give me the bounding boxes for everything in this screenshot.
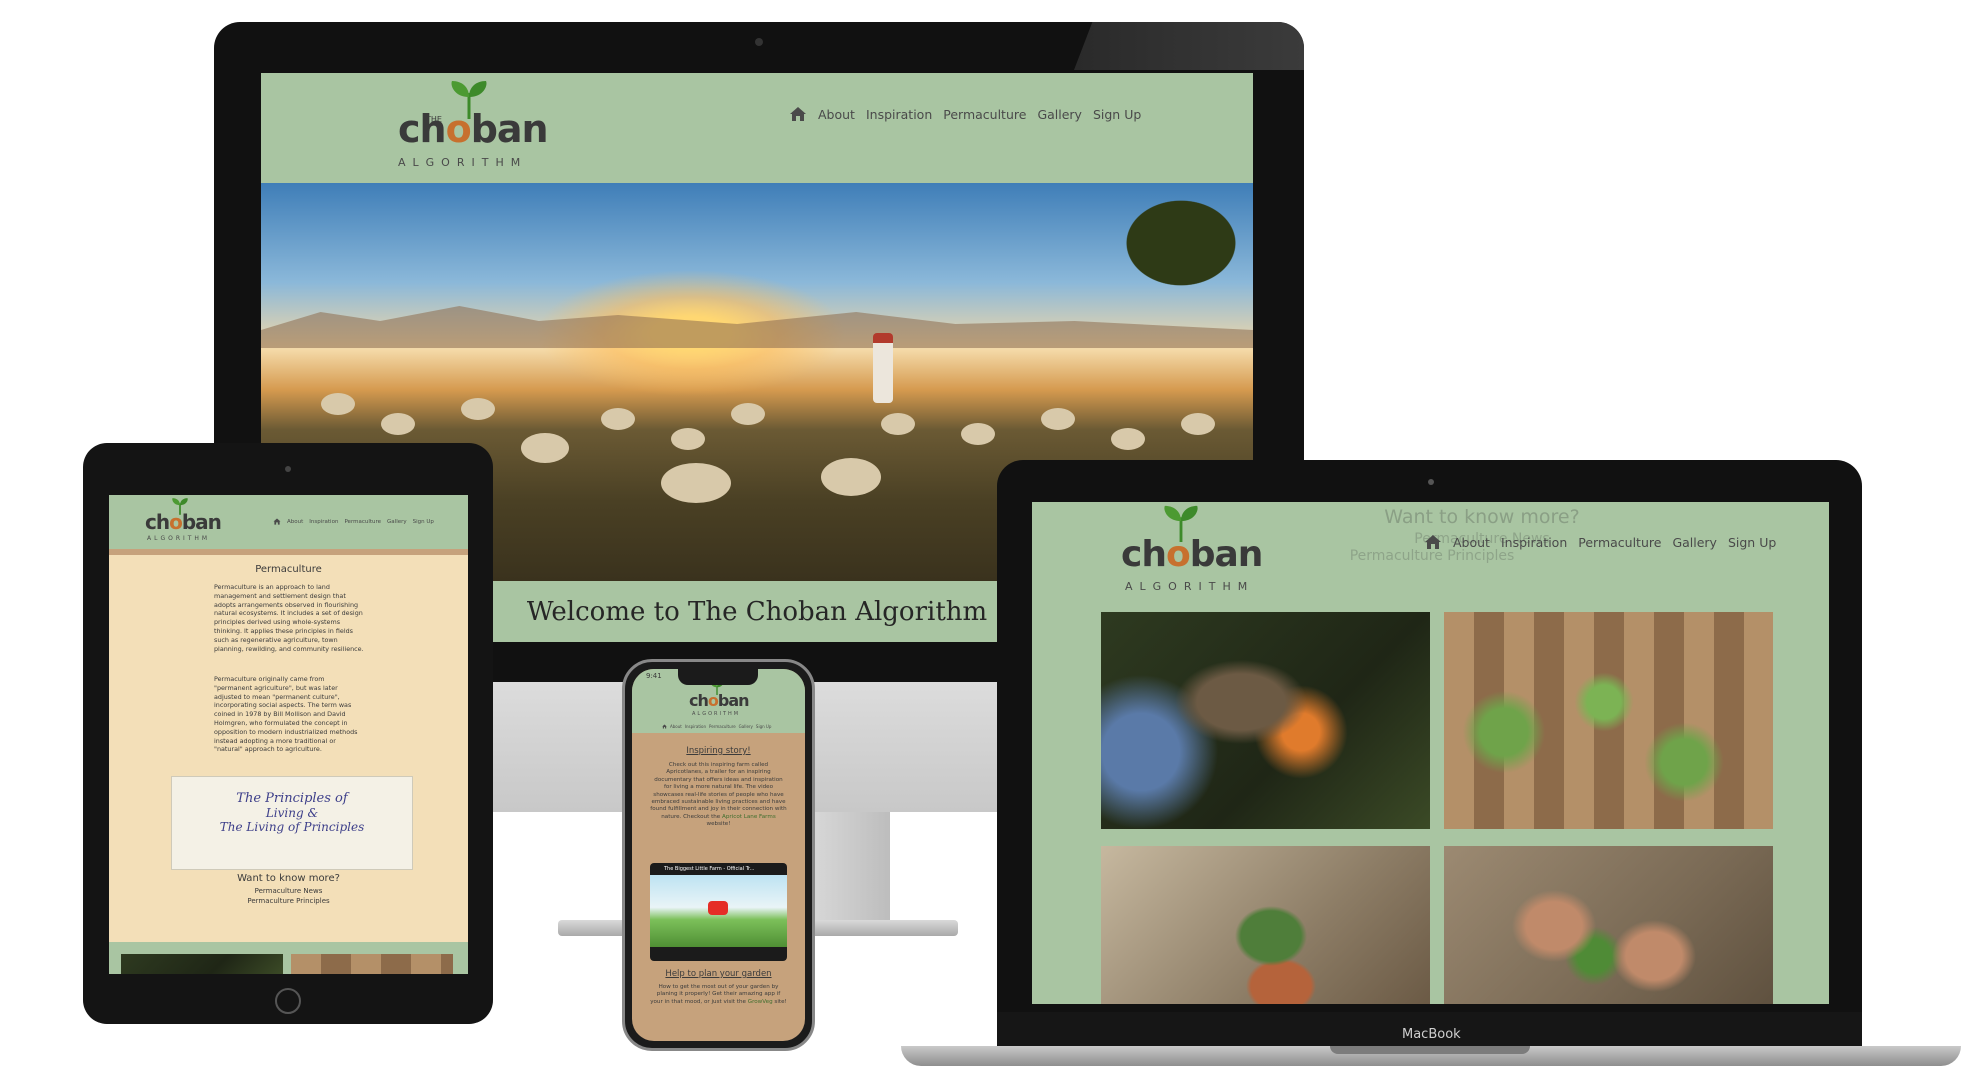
- sheep: [881, 413, 915, 435]
- nav-permaculture[interactable]: Permaculture: [344, 519, 381, 525]
- home-icon[interactable]: [789, 106, 807, 122]
- sheep: [821, 458, 881, 496]
- apricot-lane-link[interactable]: Apricot Lane Farms: [722, 814, 776, 820]
- nav-gallery[interactable]: Gallery: [387, 519, 407, 525]
- more-heading: Want to know more?: [237, 873, 340, 884]
- poster-line-1: The Principles of: [236, 791, 348, 806]
- laptop-notch: [1330, 1046, 1530, 1054]
- tablet-gallery-strip: [109, 942, 468, 974]
- status-time: 9:41: [646, 672, 662, 680]
- nav-sign-up[interactable]: Sign Up: [1728, 535, 1776, 550]
- nav-sign-up[interactable]: Sign Up: [756, 724, 771, 729]
- nav-inspiration[interactable]: Inspiration: [309, 519, 338, 525]
- video-title: The Biggest Little Farm - Official Tr...: [664, 866, 755, 872]
- gallery-photo[interactable]: [291, 954, 453, 974]
- nav-inspiration[interactable]: Inspiration: [1501, 535, 1567, 550]
- plan-text: How to get the most out of your garden b…: [650, 984, 787, 1005]
- ipad-camera: [285, 466, 291, 472]
- link-permaculture-principles[interactable]: Permaculture Principles: [109, 897, 468, 905]
- logo-wordmark: choban: [689, 691, 750, 710]
- principles-poster: The Principles of Living & The Living of…: [171, 776, 413, 870]
- sheep: [1181, 413, 1215, 435]
- sheep: [381, 413, 415, 435]
- sheep: [961, 423, 995, 445]
- logo-wordmark: choban: [145, 510, 222, 534]
- play-button-icon[interactable]: [708, 901, 728, 915]
- imac-camera: [755, 38, 763, 46]
- nav-inspiration[interactable]: Inspiration: [866, 107, 932, 122]
- home-icon[interactable]: [273, 518, 281, 525]
- nav-about[interactable]: About: [670, 724, 682, 729]
- logo-subtitle: ALGORITHM: [692, 711, 741, 717]
- sheep: [461, 398, 495, 420]
- hero-mountains: [261, 306, 1253, 348]
- site-logo[interactable]: choban ALGORITHM: [682, 681, 752, 721]
- nav-gallery[interactable]: Gallery: [1037, 107, 1082, 122]
- gallery-photo-seedlings[interactable]: [1444, 612, 1773, 829]
- permaculture-paragraph-1: Permaculture is an approach to land mana…: [214, 583, 364, 653]
- laptop-screen: Want to know more? Permaculture News Per…: [1032, 502, 1829, 1004]
- logo-wordmark: choban: [398, 107, 549, 151]
- nav-about[interactable]: About: [287, 519, 303, 525]
- story-heading: Inspiring story!: [686, 746, 751, 756]
- sheep: [661, 463, 731, 503]
- nav-inspiration[interactable]: Inspiration: [685, 724, 706, 729]
- tablet-header: choban ALGORITHM About Inspiration Perma…: [109, 495, 468, 555]
- phone-notch: [678, 669, 758, 685]
- sheep: [1111, 428, 1145, 450]
- overlay-link-principles[interactable]: Permaculture Principles: [1282, 548, 1582, 564]
- gallery-photo[interactable]: [121, 954, 283, 974]
- sheep: [321, 393, 355, 415]
- laptop-camera: [1428, 479, 1434, 485]
- permaculture-heading: Permaculture: [255, 564, 322, 575]
- gallery-photo-planting-hands[interactable]: [1444, 846, 1773, 1004]
- imac-glare: [1074, 22, 1304, 70]
- gallery-photo-soil-scoop[interactable]: [1101, 612, 1430, 829]
- desktop-nav: About Inspiration Permaculture Gallery S…: [789, 106, 1141, 122]
- nav-gallery[interactable]: Gallery: [1672, 535, 1717, 550]
- plan-heading: Help to plan your garden: [665, 969, 772, 979]
- nav-about[interactable]: About: [1453, 535, 1490, 550]
- sheep: [1041, 408, 1075, 430]
- logo-subtitle: ALGORITHM: [398, 156, 528, 169]
- permaculture-paragraph-2: Permaculture originally came from "perma…: [214, 675, 358, 754]
- nav-sign-up[interactable]: Sign Up: [1093, 107, 1141, 122]
- overlay-more-title: Want to know more?: [1384, 506, 1580, 528]
- sheep: [671, 428, 705, 450]
- nav-permaculture[interactable]: Permaculture: [1578, 535, 1661, 550]
- logo-subtitle: ALGORITHM: [147, 535, 211, 542]
- site-logo[interactable]: choban ALGORITHM: [1107, 504, 1272, 600]
- video-embed[interactable]: The Biggest Little Farm - Official Tr...: [650, 863, 787, 961]
- nav-sign-up[interactable]: Sign Up: [413, 519, 434, 525]
- logo-wordmark: choban: [1121, 534, 1263, 575]
- nav-gallery[interactable]: Gallery: [739, 724, 753, 729]
- tablet-nav: About Inspiration Permaculture Gallery S…: [273, 518, 434, 525]
- macbook-label: MacBook: [1402, 1027, 1461, 1042]
- gallery-photo-potting[interactable]: [1101, 846, 1430, 1004]
- site-logo[interactable]: choban ALGORITHM: [139, 497, 222, 547]
- link-permaculture-news[interactable]: Permaculture News: [109, 887, 468, 895]
- ipad-home-button[interactable]: [275, 988, 301, 1014]
- sheep: [521, 433, 569, 463]
- nav-permaculture[interactable]: Permaculture: [709, 724, 736, 729]
- story-text: Check out this inspiring farm called Apr…: [650, 762, 787, 828]
- phone-screen: 9:41 choban ALGORITHM About Inspiration …: [632, 669, 805, 1041]
- laptop-nav: About Inspiration Permaculture Gallery S…: [1424, 534, 1776, 550]
- shepherd: [873, 333, 893, 403]
- logo-subtitle: ALGORITHM: [1125, 580, 1255, 593]
- sheep: [601, 408, 635, 430]
- phone-nav: About Inspiration Permaculture Gallery S…: [662, 724, 771, 729]
- home-icon[interactable]: [662, 724, 667, 729]
- growveg-link[interactable]: GrowVeg: [748, 999, 773, 1005]
- nav-permaculture[interactable]: Permaculture: [943, 107, 1026, 122]
- nav-about[interactable]: About: [818, 107, 855, 122]
- home-icon[interactable]: [1424, 534, 1442, 550]
- site-logo[interactable]: THE choban ALGORITHM: [386, 79, 551, 179]
- tablet-screen: choban ALGORITHM About Inspiration Perma…: [109, 495, 468, 974]
- poster-line-3: The Living of Principles: [219, 820, 365, 834]
- poster-line-2: Living &: [265, 806, 319, 820]
- sheep: [731, 403, 765, 425]
